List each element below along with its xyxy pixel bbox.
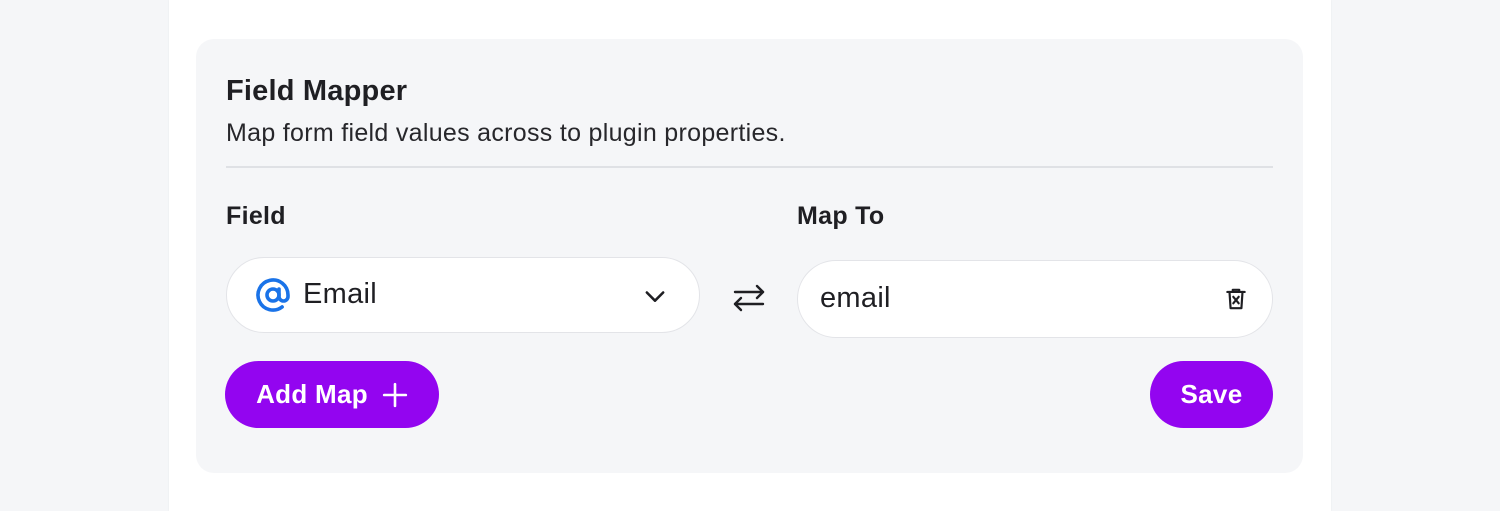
add-map-label: Add Map bbox=[256, 379, 368, 409]
field-mapper-panel: Field Mapper Map form field values acros… bbox=[196, 39, 1303, 473]
field-select-value: Email bbox=[303, 278, 378, 310]
swap-arrows-icon bbox=[733, 284, 765, 312]
map-to-field[interactable] bbox=[797, 260, 1273, 338]
chevron-down-icon[interactable] bbox=[641, 282, 669, 310]
field-label: Field bbox=[226, 202, 286, 230]
panel-subtitle: Map form field values across to plugin p… bbox=[226, 119, 786, 147]
at-sign-icon bbox=[256, 278, 290, 312]
trash-icon[interactable] bbox=[1223, 286, 1249, 312]
save-button[interactable]: Save bbox=[1150, 361, 1273, 428]
add-map-button[interactable]: Add Map bbox=[225, 361, 439, 428]
panel-title: Field Mapper bbox=[226, 75, 408, 107]
field-select[interactable]: Email bbox=[226, 257, 700, 333]
plus-icon bbox=[382, 382, 408, 407]
divider bbox=[226, 166, 1273, 168]
map-to-label: Map To bbox=[797, 202, 885, 230]
map-to-input[interactable] bbox=[820, 276, 1200, 320]
